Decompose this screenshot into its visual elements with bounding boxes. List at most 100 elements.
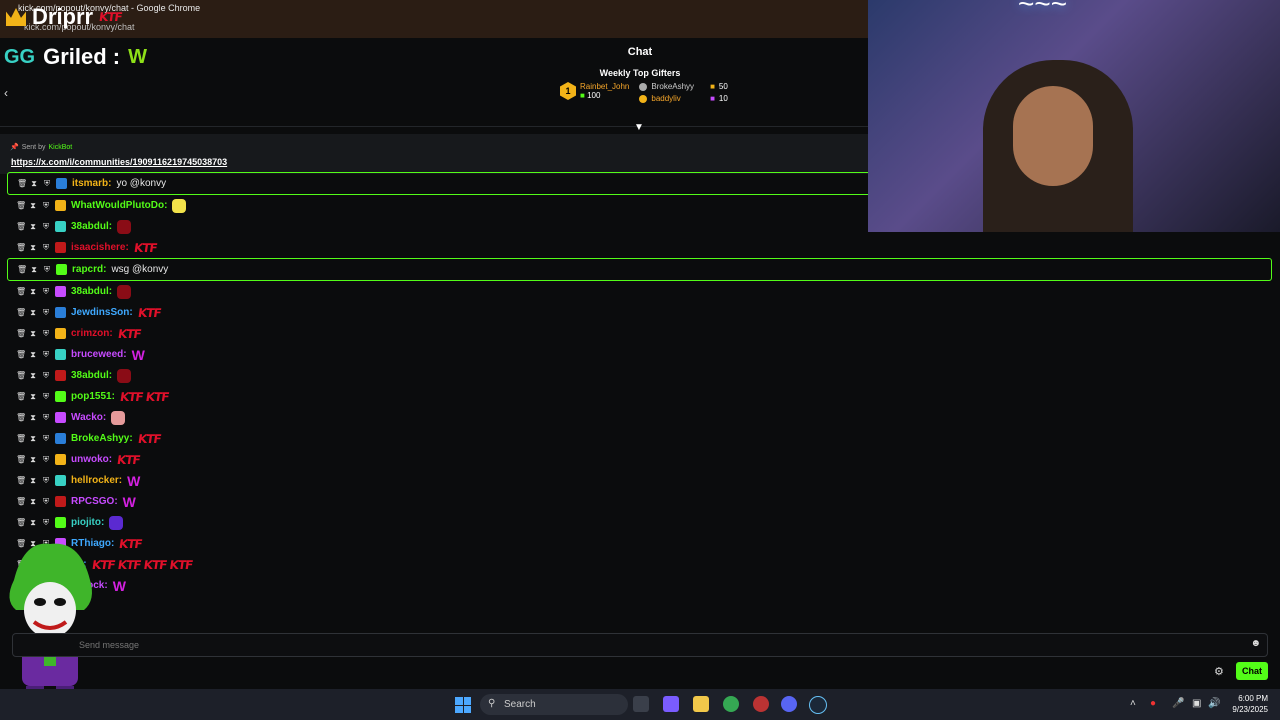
delete-icon[interactable]: 🗑 xyxy=(16,476,26,485)
chat-username[interactable]: crimzon: xyxy=(71,328,113,339)
tray-app-icon[interactable]: ● xyxy=(1150,698,1156,709)
ban-icon[interactable]: ⛨ xyxy=(42,287,50,297)
timeout-icon[interactable]: ⧗ xyxy=(29,308,37,318)
file-explorer-icon[interactable] xyxy=(693,696,709,712)
expand-gifters-icon[interactable]: ▼ xyxy=(634,122,644,133)
task-view-icon[interactable] xyxy=(633,696,649,712)
delete-icon[interactable]: 🗑 xyxy=(16,392,26,401)
chat-message[interactable]: 🗑 ⧗ ⛨ isaacishere: KTF xyxy=(0,237,1280,258)
timeout-icon[interactable]: ⧗ xyxy=(29,371,37,381)
ban-icon[interactable]: ⛨ xyxy=(43,265,51,275)
chat-message[interactable]: 🗑 ⧗ ⛨ rapcrd: wsg @konvy xyxy=(7,258,1272,281)
chat-username[interactable]: JewdinsSon: xyxy=(71,307,133,318)
chat-username[interactable]: hellrocker: xyxy=(71,475,122,486)
ban-icon[interactable]: ⛨ xyxy=(42,371,50,381)
discord-icon[interactable] xyxy=(781,696,797,712)
chevron-up-icon[interactable]: ˄ xyxy=(1130,698,1136,709)
timeout-icon[interactable]: ⧗ xyxy=(29,476,37,486)
chat-username[interactable]: 38abdul: xyxy=(71,286,112,297)
ban-icon[interactable]: ⛨ xyxy=(42,222,50,232)
ban-icon[interactable]: ⛨ xyxy=(42,392,50,402)
taskbar-search[interactable]: ⚲ Search xyxy=(480,694,628,715)
chat-username[interactable]: WhatWouldPlutoDo: xyxy=(71,200,167,211)
gear-icon[interactable]: ⚙ xyxy=(1214,665,1224,678)
ban-icon[interactable]: ⛨ xyxy=(42,243,50,253)
chat-username[interactable]: BrokeAshyy: xyxy=(71,433,133,444)
delete-icon[interactable]: 🗑 xyxy=(16,371,26,380)
chat-message[interactable]: 🗑⧗ ⛨ Wacko: hand xyxy=(0,407,1280,428)
timeout-icon[interactable]: ⧗ xyxy=(29,329,37,339)
delete-icon[interactable]: 🗑 xyxy=(16,434,26,443)
ban-icon[interactable]: ⛨ xyxy=(42,201,50,211)
delete-icon[interactable]: 🗑 xyxy=(17,179,27,188)
chat-message[interactable]: 🗑 ⧗ ⛨ crimzon: KTF xyxy=(0,323,1280,344)
chat-message[interactable]: 🗑⧗⛨stt:KTF KTF KTF KTF xyxy=(0,554,1280,575)
chat-message[interactable]: 🗑 ⧗ ⛨ RPCSGO: W xyxy=(0,491,1280,512)
chat-username[interactable]: pop1551: xyxy=(71,391,115,402)
chat-message[interactable]: 🗑⧗ ⛨ piojito: purple xyxy=(0,512,1280,533)
chat-username[interactable]: isaacishere: xyxy=(71,242,129,253)
chat-username[interactable]: rapcrd: xyxy=(72,264,106,275)
ban-icon[interactable]: ⛨ xyxy=(42,350,50,360)
delete-icon[interactable]: 🗑 xyxy=(16,518,26,527)
chat-username[interactable]: itsmarb: xyxy=(72,178,111,189)
timeout-icon[interactable]: ⧗ xyxy=(30,265,38,275)
delete-icon[interactable]: 🗑 xyxy=(16,329,26,338)
pinned-link[interactable]: https://x.com/i/communities/190911621974… xyxy=(11,157,227,167)
chat-message[interactable]: 🗑 ⧗ ⛨ hellrocker: W xyxy=(0,470,1280,491)
steam-icon[interactable] xyxy=(809,696,827,714)
delete-icon[interactable]: 🗑 xyxy=(16,413,26,422)
chat-message[interactable]: 🗑 ⧗ ⛨ BrokeAshyy: KTF xyxy=(0,428,1280,449)
timeout-icon[interactable]: ⧗ xyxy=(29,518,37,528)
chat-username[interactable]: 38abdul: xyxy=(71,370,112,381)
chat-username[interactable]: RPCSGO: xyxy=(71,496,118,507)
chat-message[interactable]: 🗑⧗ ⛨ 38abdul: glove xyxy=(0,365,1280,386)
chat-username[interactable]: piojito: xyxy=(71,517,104,528)
gifter-third[interactable]: baddyliv xyxy=(639,94,694,103)
delete-icon[interactable]: 🗑 xyxy=(16,222,26,231)
timeout-icon[interactable]: ⧗ xyxy=(29,350,37,360)
timeout-icon[interactable]: ⧗ xyxy=(29,392,37,402)
timeout-icon[interactable]: ⧗ xyxy=(29,497,37,507)
ban-icon[interactable]: ⛨ xyxy=(42,329,50,339)
chat-message[interactable]: 🗑 ⧗ ⛨ unwoko: KTF xyxy=(0,449,1280,470)
delete-icon[interactable]: 🗑 xyxy=(16,243,26,252)
ban-icon[interactable]: ⛨ xyxy=(42,518,50,528)
taskbar-clock[interactable]: 6:00 PM 9/23/2025 xyxy=(1222,693,1268,715)
chevron-left-icon[interactable]: ‹ xyxy=(4,86,8,100)
network-icon[interactable]: ▣ xyxy=(1192,698,1201,709)
app-icon[interactable] xyxy=(753,696,769,712)
delete-icon[interactable]: 🗑 xyxy=(17,265,27,274)
volume-icon[interactable]: 🔊 xyxy=(1208,698,1220,709)
chat-message[interactable]: 🗑 ⧗ ⛨ bruceweed: W xyxy=(0,344,1280,365)
timeout-icon[interactable]: ⧗ xyxy=(29,287,37,297)
chrome-icon[interactable] xyxy=(723,696,739,712)
ban-icon[interactable]: ⛨ xyxy=(42,497,50,507)
chat-input[interactable] xyxy=(13,634,1280,656)
timeout-icon[interactable]: ⧗ xyxy=(30,179,38,189)
delete-icon[interactable]: 🗑 xyxy=(16,308,26,317)
timeout-icon[interactable]: ⧗ xyxy=(29,434,37,444)
timeout-icon[interactable]: ⧗ xyxy=(29,243,37,253)
delete-icon[interactable]: 🗑 xyxy=(16,350,26,359)
chat-message[interactable]: 🗑 ⧗ ⛨ JewdinsSon: KTF xyxy=(0,302,1280,323)
copilot-icon[interactable] xyxy=(663,696,679,712)
chat-message[interactable]: 🗑⧗ ⛨ 38abdul: glove xyxy=(0,281,1280,302)
timeout-icon[interactable]: ⧗ xyxy=(29,222,37,232)
timeout-icon[interactable]: ⧗ xyxy=(29,413,37,423)
send-chat-button[interactable]: Chat xyxy=(1236,662,1268,680)
chat-message[interactable]: 🗑 ⧗ ⛨ pop1551: KTF KTF xyxy=(0,386,1280,407)
ban-icon[interactable]: ⛨ xyxy=(42,434,50,444)
delete-icon[interactable]: 🗑 xyxy=(16,455,26,464)
windows-start-icon[interactable] xyxy=(455,697,471,713)
chat-username[interactable]: unwoko: xyxy=(71,454,112,465)
chat-username[interactable]: Wacko: xyxy=(71,412,106,423)
timeout-icon[interactable]: ⧗ xyxy=(29,455,37,465)
sent-by-user[interactable]: KickBot xyxy=(48,144,72,151)
emoji-icon[interactable]: ☻ xyxy=(1250,638,1261,649)
ban-icon[interactable]: ⛨ xyxy=(42,476,50,486)
chat-message[interactable]: 🗑 ⧗ ⛨ RThiago: KTF xyxy=(0,533,1280,554)
ban-icon[interactable]: ⛨ xyxy=(42,455,50,465)
delete-icon[interactable]: 🗑 xyxy=(16,201,26,210)
gifter-second[interactable]: BrokeAshyy xyxy=(639,82,694,91)
